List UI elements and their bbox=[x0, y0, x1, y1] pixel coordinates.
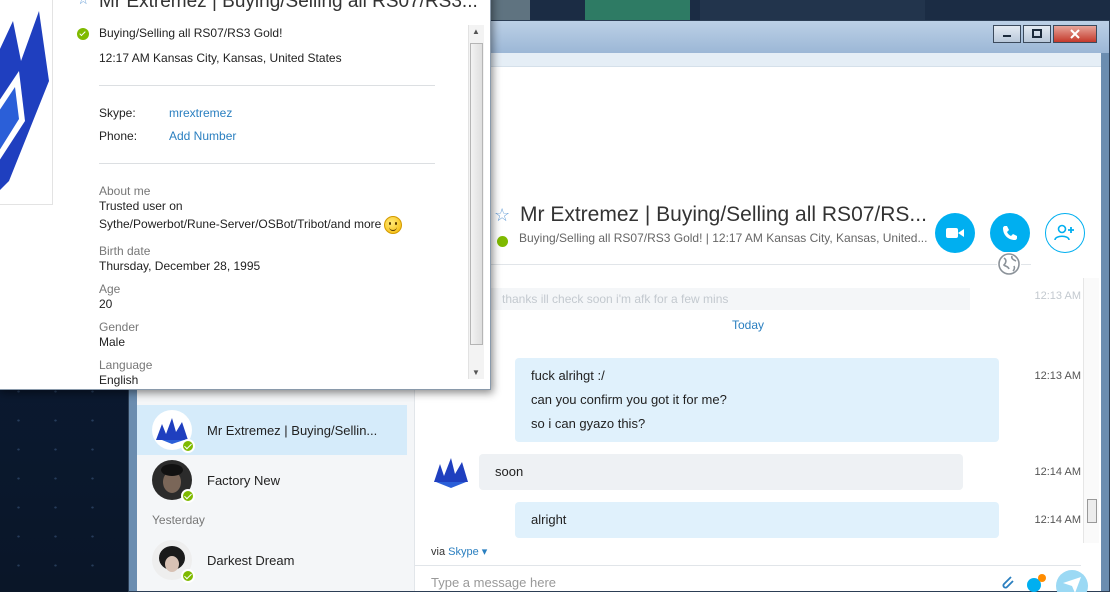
conversation-title[interactable]: Mr Extremez | Buying/Selling all RS07/RS… bbox=[520, 203, 927, 227]
popup-scrollbar[interactable]: ▲ ▼ bbox=[468, 25, 484, 379]
contact-profile-popup: ☆ Mr Extremez | Buying/Selling all RS07/… bbox=[0, 0, 491, 390]
phone-icon bbox=[1003, 226, 1017, 240]
close-button[interactable] bbox=[1053, 25, 1097, 43]
maximize-button[interactable] bbox=[1023, 25, 1051, 43]
conversation-pane: ☆ Mr Extremez | Buying/Selling all RS07/… bbox=[415, 53, 1101, 592]
scrollbar-thumb[interactable] bbox=[1087, 499, 1097, 523]
profile-name: Mr Extremez | Buying/Selling all RS07/RS… bbox=[99, 0, 478, 12]
avatar bbox=[152, 460, 195, 503]
message-bubble-outgoing[interactable]: alright bbox=[515, 502, 999, 538]
recent-item-darkest-dream[interactable]: Darkest Dream bbox=[137, 535, 407, 585]
birth-date-value: Thursday, December 28, 1995 bbox=[99, 259, 261, 273]
online-status-icon bbox=[77, 28, 89, 40]
language-value: English bbox=[99, 373, 139, 387]
contact-name: Darkest Dream bbox=[207, 552, 295, 568]
message-bubble-incoming[interactable]: soon bbox=[479, 454, 963, 490]
contact-name: Mr Extremez | Buying/Sellin... bbox=[207, 422, 378, 438]
message-list: thanks ill check soon i'm afk for a few … bbox=[415, 278, 1081, 538]
day-separator-label: Yesterday bbox=[152, 513, 205, 527]
add-people-button[interactable] bbox=[1045, 213, 1085, 253]
skype-label: Skype: bbox=[99, 106, 136, 120]
via-service-dropdown[interactable]: Skype bbox=[448, 546, 479, 558]
faded-message-time: 12:13 AM bbox=[1034, 290, 1081, 302]
emoticon-icon[interactable] bbox=[1025, 573, 1047, 592]
age-label: Age bbox=[99, 282, 121, 296]
date-separator: Today bbox=[731, 318, 765, 332]
conversation-subtitle: Buying/Selling all RS07/RS3 Gold! | 12:1… bbox=[519, 231, 928, 245]
message-time: 12:14 AM bbox=[1034, 514, 1081, 526]
about-label: About me bbox=[99, 184, 151, 198]
conversation-header: ☆ Mr Extremez | Buying/Selling all RS07/… bbox=[415, 181, 1085, 261]
video-call-icon bbox=[946, 228, 964, 238]
message-text: soon bbox=[495, 464, 524, 479]
globe-icon[interactable] bbox=[997, 252, 1021, 276]
message-scrollbar[interactable] bbox=[1083, 278, 1099, 543]
star-favorite-icon[interactable]: ☆ bbox=[77, 0, 90, 8]
star-favorite-icon[interactable]: ☆ bbox=[494, 205, 510, 226]
about-text: Trusted user on bbox=[99, 199, 183, 213]
background-image bbox=[585, 0, 690, 22]
about-text-line2: Sythe/Powerbot/Rune-Server/OSBot/Tribot/… bbox=[99, 216, 403, 234]
background-image bbox=[490, 0, 530, 22]
profile-divider bbox=[99, 85, 435, 86]
sender-avatar[interactable] bbox=[432, 454, 470, 492]
message-bubble-outgoing[interactable]: fuck alrihgt :/ can you confirm you got … bbox=[515, 358, 999, 442]
top-band bbox=[415, 53, 1101, 67]
scroll-down-icon[interactable]: ▼ bbox=[472, 368, 480, 377]
message-text: alright bbox=[531, 512, 567, 527]
profile-divider bbox=[99, 163, 435, 164]
recent-list: Mr Extremez | Buying/Sellin... Factory N… bbox=[137, 405, 407, 585]
header-divider bbox=[485, 264, 1031, 265]
scrollbar-thumb[interactable] bbox=[470, 43, 483, 345]
minimize-button[interactable] bbox=[993, 25, 1021, 43]
profile-avatar-image bbox=[0, 0, 53, 205]
scroll-up-icon[interactable]: ▲ bbox=[472, 27, 480, 36]
recent-item-mr-extremez[interactable]: Mr Extremez | Buying/Sellin... bbox=[137, 405, 407, 455]
phone-label: Phone: bbox=[99, 129, 138, 143]
avatar bbox=[152, 410, 195, 453]
add-contact-icon bbox=[1054, 224, 1074, 241]
close-icon bbox=[1070, 29, 1080, 39]
add-number-link[interactable]: Add Number bbox=[169, 129, 236, 143]
video-call-button[interactable] bbox=[935, 213, 975, 253]
gender-value: Male bbox=[99, 335, 126, 349]
window-controls bbox=[993, 25, 1097, 43]
age-value: 20 bbox=[99, 297, 113, 311]
online-status-icon bbox=[497, 236, 508, 247]
via-label: via bbox=[431, 546, 446, 558]
skype-name-link[interactable]: mrextremez bbox=[169, 106, 232, 120]
smiley-emoticon-icon bbox=[384, 216, 403, 234]
contact-name: Factory New bbox=[207, 472, 280, 488]
online-status-icon bbox=[181, 569, 195, 583]
audio-call-button[interactable] bbox=[990, 213, 1030, 253]
message-text: can you confirm you got it for me? bbox=[531, 392, 727, 407]
online-status-icon bbox=[181, 439, 195, 453]
message-time: 12:13 AM bbox=[1034, 370, 1081, 382]
about-text: Sythe/Powerbot/Rune-Server/OSBot/Tribot/… bbox=[99, 217, 382, 232]
message-time: 12:14 AM bbox=[1034, 466, 1081, 478]
send-button[interactable] bbox=[1055, 569, 1089, 592]
recent-item-factory-new[interactable]: Factory New bbox=[137, 455, 407, 505]
maximize-icon bbox=[1032, 29, 1042, 38]
send-icon bbox=[1056, 570, 1088, 592]
faded-previous-message: thanks ill check soon i'm afk for a few … bbox=[490, 288, 970, 310]
via-selector: via Skype ▾ bbox=[431, 545, 487, 558]
message-text: fuck alrihgt :/ bbox=[531, 368, 605, 383]
profile-location: 12:17 AM Kansas City, Kansas, United Sta… bbox=[99, 51, 342, 65]
compose-toolbar bbox=[999, 569, 1089, 592]
avatar bbox=[152, 540, 195, 583]
message-input[interactable]: Type a message here bbox=[431, 575, 556, 590]
chevron-down-icon[interactable]: ▾ bbox=[482, 546, 488, 558]
language-label: Language bbox=[99, 358, 153, 372]
minimize-icon bbox=[1003, 35, 1011, 37]
online-status-icon bbox=[181, 489, 195, 503]
profile-mood: Buying/Selling all RS07/RS3 Gold! bbox=[99, 26, 283, 40]
message-text: so i can gyazo this? bbox=[531, 416, 646, 431]
gender-label: Gender bbox=[99, 320, 140, 334]
compose-divider bbox=[415, 565, 1081, 566]
background-image bbox=[700, 0, 925, 22]
birth-date-label: Birth date bbox=[99, 244, 151, 258]
attach-file-icon[interactable] bbox=[999, 573, 1017, 592]
